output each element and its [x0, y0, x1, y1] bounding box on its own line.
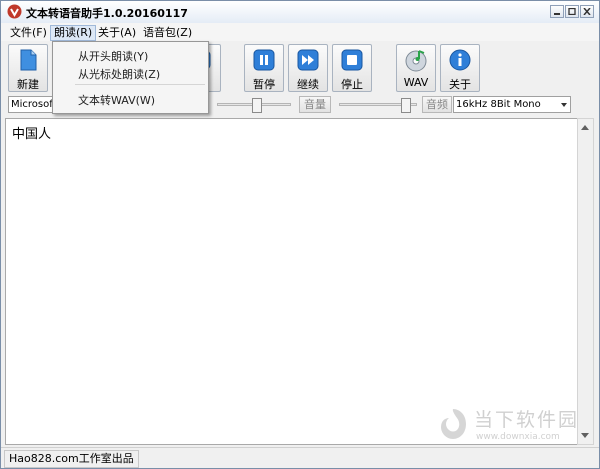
menu-about[interactable]: 关于(A)	[95, 25, 139, 41]
menu-text-to-wav[interactable]: 文本转WAV(W)	[78, 92, 155, 108]
minimize-icon	[554, 13, 560, 15]
close-button[interactable]	[580, 5, 594, 18]
menu-read-from-cursor[interactable]: 从光标处朗读(Z)	[78, 66, 160, 82]
pause-button[interactable]: 暂停	[244, 44, 284, 92]
maximize-icon	[568, 8, 576, 15]
about-button[interactable]: 关于	[440, 44, 480, 92]
music-disc-icon	[405, 50, 427, 72]
menu-read-from-start[interactable]: 从开头朗读(Y)	[78, 48, 148, 64]
vertical-scrollbar[interactable]	[577, 118, 594, 445]
volume-slider[interactable]	[339, 98, 417, 113]
stop-icon	[341, 49, 363, 71]
wav-button[interactable]: WAV	[396, 44, 436, 92]
pause-button-label: 暂停	[253, 78, 275, 91]
volume-button[interactable]: 音量	[299, 96, 331, 113]
close-icon	[583, 8, 591, 15]
fast-forward-icon	[297, 49, 319, 71]
new-document-icon	[20, 49, 37, 71]
resume-button-label: 继续	[297, 78, 319, 91]
menu-bar: 文件(F) 朗读(R) 关于(A) 语音包(Z)	[1, 23, 599, 41]
watermark: 当下软件园 www.downxia.com	[436, 405, 586, 445]
watermark-url: www.downxia.com	[476, 432, 560, 442]
app-logo-icon	[7, 4, 22, 19]
audio-button[interactable]: 音频	[422, 96, 452, 113]
editor-content[interactable]: 中国人	[12, 123, 51, 142]
menu-file[interactable]: 文件(F)	[7, 25, 50, 41]
stop-button[interactable]: 停止	[332, 44, 372, 92]
speed-slider[interactable]	[217, 98, 291, 113]
about-button-label: 关于	[449, 78, 471, 91]
window-title: 文本转语音助手1.0.20160117	[26, 7, 188, 20]
resume-button[interactable]: 继续	[288, 44, 328, 92]
menu-voice-pack[interactable]: 语音包(Z)	[140, 25, 195, 41]
wav-button-label: WAV	[403, 76, 429, 89]
volume-slider-thumb[interactable]	[401, 98, 411, 113]
speed-slider-thumb[interactable]	[252, 98, 262, 113]
menu-read[interactable]: 朗读(R)	[50, 25, 97, 41]
menu-separator	[75, 84, 205, 85]
pause-icon	[253, 49, 275, 71]
audio-format-value: 16kHz 8Bit Mono	[456, 99, 541, 110]
watermark-title: 当下软件园	[474, 409, 580, 431]
status-bar: Hao828.com工作室出品	[1, 447, 599, 468]
scroll-up-icon[interactable]	[581, 125, 589, 130]
audio-format-select[interactable]: 16kHz 8Bit Mono	[453, 96, 571, 113]
read-menu-dropdown: 从开头朗读(Y) 从光标处朗读(Z) 文本转WAV(W)	[52, 41, 209, 114]
text-editor[interactable]: 中国人	[5, 118, 580, 445]
title-bar: 文本转语音助手1.0.20160117	[1, 1, 599, 23]
new-button[interactable]: 新建	[8, 44, 48, 92]
stop-button-label: 停止	[341, 78, 363, 91]
new-button-label: 新建	[17, 78, 39, 91]
watermark-logo-icon	[441, 409, 466, 439]
info-icon	[449, 49, 471, 71]
app-window: 文本转语音助手1.0.20160117 文件(F) 朗读(R) 关于(A) 语音…	[0, 0, 600, 469]
maximize-button[interactable]	[565, 5, 579, 18]
minimize-button[interactable]	[550, 5, 564, 18]
chevron-down-icon	[561, 103, 567, 107]
status-text: Hao828.com工作室出品	[4, 450, 139, 468]
